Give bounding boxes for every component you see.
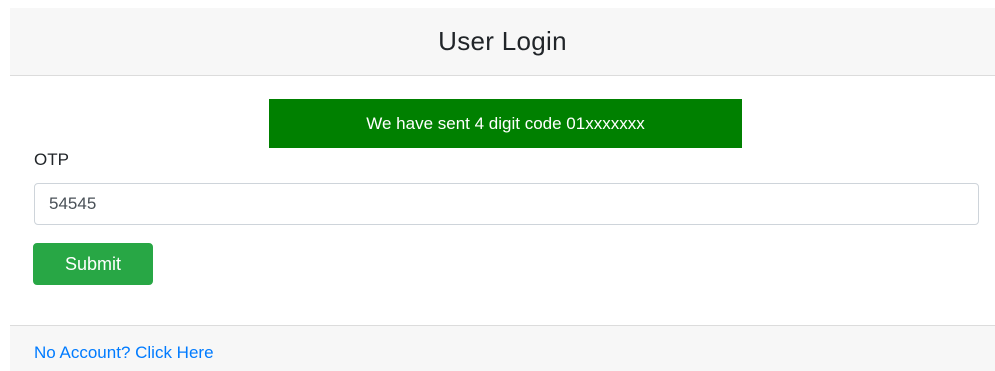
otp-label: OTP — [34, 150, 69, 169]
submit-button[interactable]: Submit — [33, 243, 153, 285]
login-card: User Login We have sent 4 digit code 01x… — [0, 0, 995, 371]
register-link[interactable]: No Account? Click Here — [34, 343, 214, 363]
otp-sent-alert: We have sent 4 digit code 01xxxxxxx — [269, 99, 742, 148]
card-footer: No Account? Click Here — [10, 325, 995, 371]
card-header: User Login — [10, 8, 995, 76]
otp-input[interactable] — [34, 183, 979, 225]
page-title: User Login — [438, 26, 567, 56]
alert-message: We have sent 4 digit code 01xxxxxxx — [366, 113, 645, 133]
